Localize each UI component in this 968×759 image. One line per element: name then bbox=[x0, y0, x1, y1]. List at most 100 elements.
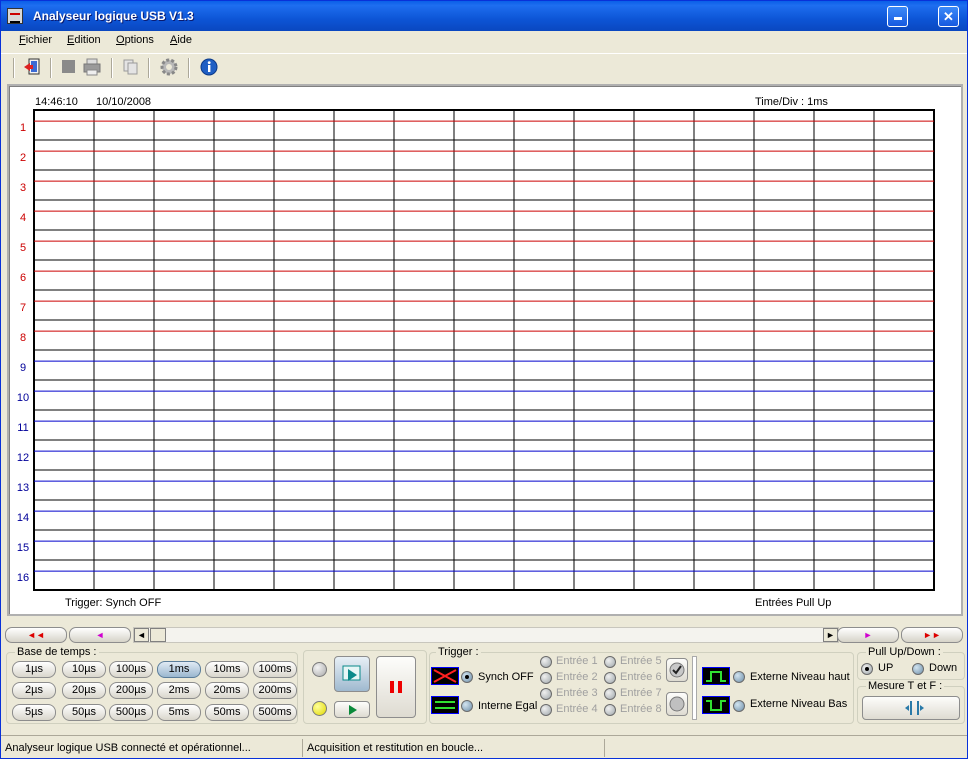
scroll-thumb[interactable] bbox=[150, 628, 166, 642]
trigger-input-label-6: Entrée 6 bbox=[620, 671, 662, 683]
toolbar-separator bbox=[13, 58, 15, 78]
pull-group: Pull Up/Down : UP Down bbox=[857, 646, 965, 680]
scroll-left-arrow[interactable]: ◄ bbox=[134, 628, 149, 642]
interne-egal-label: Interne Egal bbox=[478, 700, 538, 712]
timebase-button-10us[interactable]: 10µs bbox=[62, 661, 106, 678]
channel-label-15: 15 bbox=[16, 542, 30, 554]
channel-label-9: 9 bbox=[19, 362, 27, 374]
close-button[interactable]: ✕ bbox=[938, 6, 959, 27]
signal-grid[interactable] bbox=[33, 109, 937, 593]
logic-analyzer-display[interactable]: 14:46:10 10/10/2008 Time/Div : 1ms 12345… bbox=[7, 84, 963, 616]
status-led-gray bbox=[312, 662, 327, 677]
timebase-button-100us[interactable]: 100µs bbox=[109, 661, 153, 678]
play-icon bbox=[349, 705, 357, 715]
trigger-input-radio-3[interactable] bbox=[540, 688, 552, 700]
timebase-button-200ms[interactable]: 200ms bbox=[253, 682, 297, 699]
trigger-input-radio-4[interactable] bbox=[540, 704, 552, 716]
toolbar bbox=[1, 53, 967, 81]
trigger-input-radio-5[interactable] bbox=[604, 656, 616, 668]
minimize-button[interactable] bbox=[887, 6, 908, 27]
next-page-button[interactable]: ► bbox=[837, 627, 899, 643]
timebase-button-500us[interactable]: 500µs bbox=[109, 704, 153, 721]
horizontal-scrollbar[interactable]: ◄ ► bbox=[133, 627, 839, 643]
info-icon[interactable] bbox=[200, 58, 218, 76]
last-page-button[interactable]: ►► bbox=[901, 627, 963, 643]
channel-label-16: 16 bbox=[16, 572, 30, 584]
timebase-button-5us[interactable]: 5µs bbox=[12, 704, 56, 721]
ext-low-radio[interactable] bbox=[733, 700, 745, 712]
trigger-validate-button[interactable] bbox=[666, 658, 688, 682]
trigger-input-label-1: Entrée 1 bbox=[556, 655, 598, 667]
timebase-button-2ms[interactable]: 2ms bbox=[157, 682, 201, 699]
timebase-button-50ms[interactable]: 50ms bbox=[205, 704, 249, 721]
menu-edition[interactable]: Edition bbox=[67, 34, 101, 46]
prev-page-button[interactable]: ◄ bbox=[69, 627, 131, 643]
trigger-input-label-8: Entrée 8 bbox=[620, 703, 662, 715]
ext-high-icon bbox=[702, 667, 730, 685]
trigger-input-label-3: Entrée 3 bbox=[556, 687, 598, 699]
trigger-input-radio-1[interactable] bbox=[540, 656, 552, 668]
app-icon bbox=[7, 8, 23, 24]
print-icon[interactable] bbox=[83, 58, 101, 76]
timebase-button-200us[interactable]: 200µs bbox=[109, 682, 153, 699]
navigation-row: ◄◄ ◄ ◄ ► ► ►► bbox=[5, 626, 965, 644]
synch-off-radio[interactable] bbox=[461, 671, 473, 683]
left-arrow-icon: ◄ bbox=[95, 630, 105, 640]
measure-icon bbox=[905, 701, 924, 715]
synch-off-label: Synch OFF bbox=[478, 671, 534, 683]
timebase-button-1ms[interactable]: 1ms bbox=[157, 661, 201, 678]
status-acquisition: Acquisition et restitution en boucle... bbox=[303, 739, 605, 757]
timebase-button-10ms[interactable]: 10ms bbox=[205, 661, 249, 678]
timebase-button-5ms[interactable]: 5ms bbox=[157, 704, 201, 721]
menu-options[interactable]: Options bbox=[116, 34, 154, 46]
scroll-right-arrow[interactable]: ► bbox=[823, 628, 838, 642]
menu-aide[interactable]: Aide bbox=[170, 34, 192, 46]
capture-time: 14:46:10 bbox=[35, 96, 78, 108]
trigger-label: Trigger : bbox=[436, 646, 481, 658]
loop-acquisition-button[interactable] bbox=[334, 701, 370, 718]
first-page-button[interactable]: ◄◄ bbox=[5, 627, 67, 643]
timebase-button-500ms[interactable]: 500ms bbox=[253, 704, 297, 721]
ext-high-label: Externe Niveau haut bbox=[750, 671, 850, 683]
main-window: Analyseur logique USB V1.3 ✕ Fichier Edi… bbox=[0, 0, 968, 759]
window-title: Analyseur logique USB V1.3 bbox=[33, 9, 194, 23]
trigger-input-radio-6[interactable] bbox=[604, 672, 616, 684]
single-acquisition-button[interactable] bbox=[334, 656, 370, 692]
trigger-group: Trigger : Synch OFF Interne Egal Entrée … bbox=[429, 646, 854, 724]
pull-label: Pull Up/Down : bbox=[866, 646, 943, 658]
trigger-input-radio-2[interactable] bbox=[540, 672, 552, 684]
timebase-button-20us[interactable]: 20µs bbox=[62, 682, 106, 699]
timebase-button-1us[interactable]: 1µs bbox=[12, 661, 56, 678]
stop-icon[interactable] bbox=[60, 58, 78, 76]
settings-icon[interactable] bbox=[160, 58, 178, 76]
double-right-arrow-icon: ►► bbox=[923, 630, 941, 640]
pull-down-radio[interactable] bbox=[912, 663, 924, 675]
capture-date: 10/10/2008 bbox=[96, 96, 152, 108]
trigger-reset-button[interactable] bbox=[666, 692, 688, 716]
trigger-status-label: Trigger: Synch OFF bbox=[65, 597, 162, 609]
close-icon: ✕ bbox=[943, 9, 954, 24]
trigger-input-label-5: Entrée 5 bbox=[620, 655, 662, 667]
pull-up-radio[interactable] bbox=[861, 663, 873, 675]
timebase-button-100ms[interactable]: 100ms bbox=[253, 661, 297, 678]
time-div-label: Time/Div : 1ms bbox=[755, 96, 828, 108]
title-bar[interactable]: Analyseur logique USB V1.3 ✕ bbox=[1, 1, 967, 31]
exit-icon[interactable] bbox=[23, 58, 41, 76]
mesure-button[interactable] bbox=[862, 696, 960, 720]
interne-egal-radio[interactable] bbox=[461, 700, 473, 712]
trigger-input-radio-7[interactable] bbox=[604, 688, 616, 700]
ext-high-radio[interactable] bbox=[733, 671, 745, 683]
copy-icon[interactable] bbox=[121, 58, 139, 76]
channel-label-11: 11 bbox=[17, 422, 29, 434]
menu-fichier[interactable]: Fichier bbox=[19, 34, 52, 46]
timebase-button-2us[interactable]: 2µs bbox=[12, 682, 56, 699]
timebase-button-20ms[interactable]: 20ms bbox=[205, 682, 249, 699]
trigger-input-label-7: Entrée 7 bbox=[620, 687, 662, 699]
trigger-input-radio-8[interactable] bbox=[604, 704, 616, 716]
right-arrow-icon: ► bbox=[863, 630, 873, 640]
pause-button[interactable] bbox=[376, 656, 416, 718]
toolbar-separator bbox=[111, 58, 113, 78]
timebase-button-50us[interactable]: 50µs bbox=[62, 704, 106, 721]
mesure-group: Mesure T et F : bbox=[857, 680, 965, 724]
trigger-input-label-2: Entrée 2 bbox=[556, 671, 598, 683]
